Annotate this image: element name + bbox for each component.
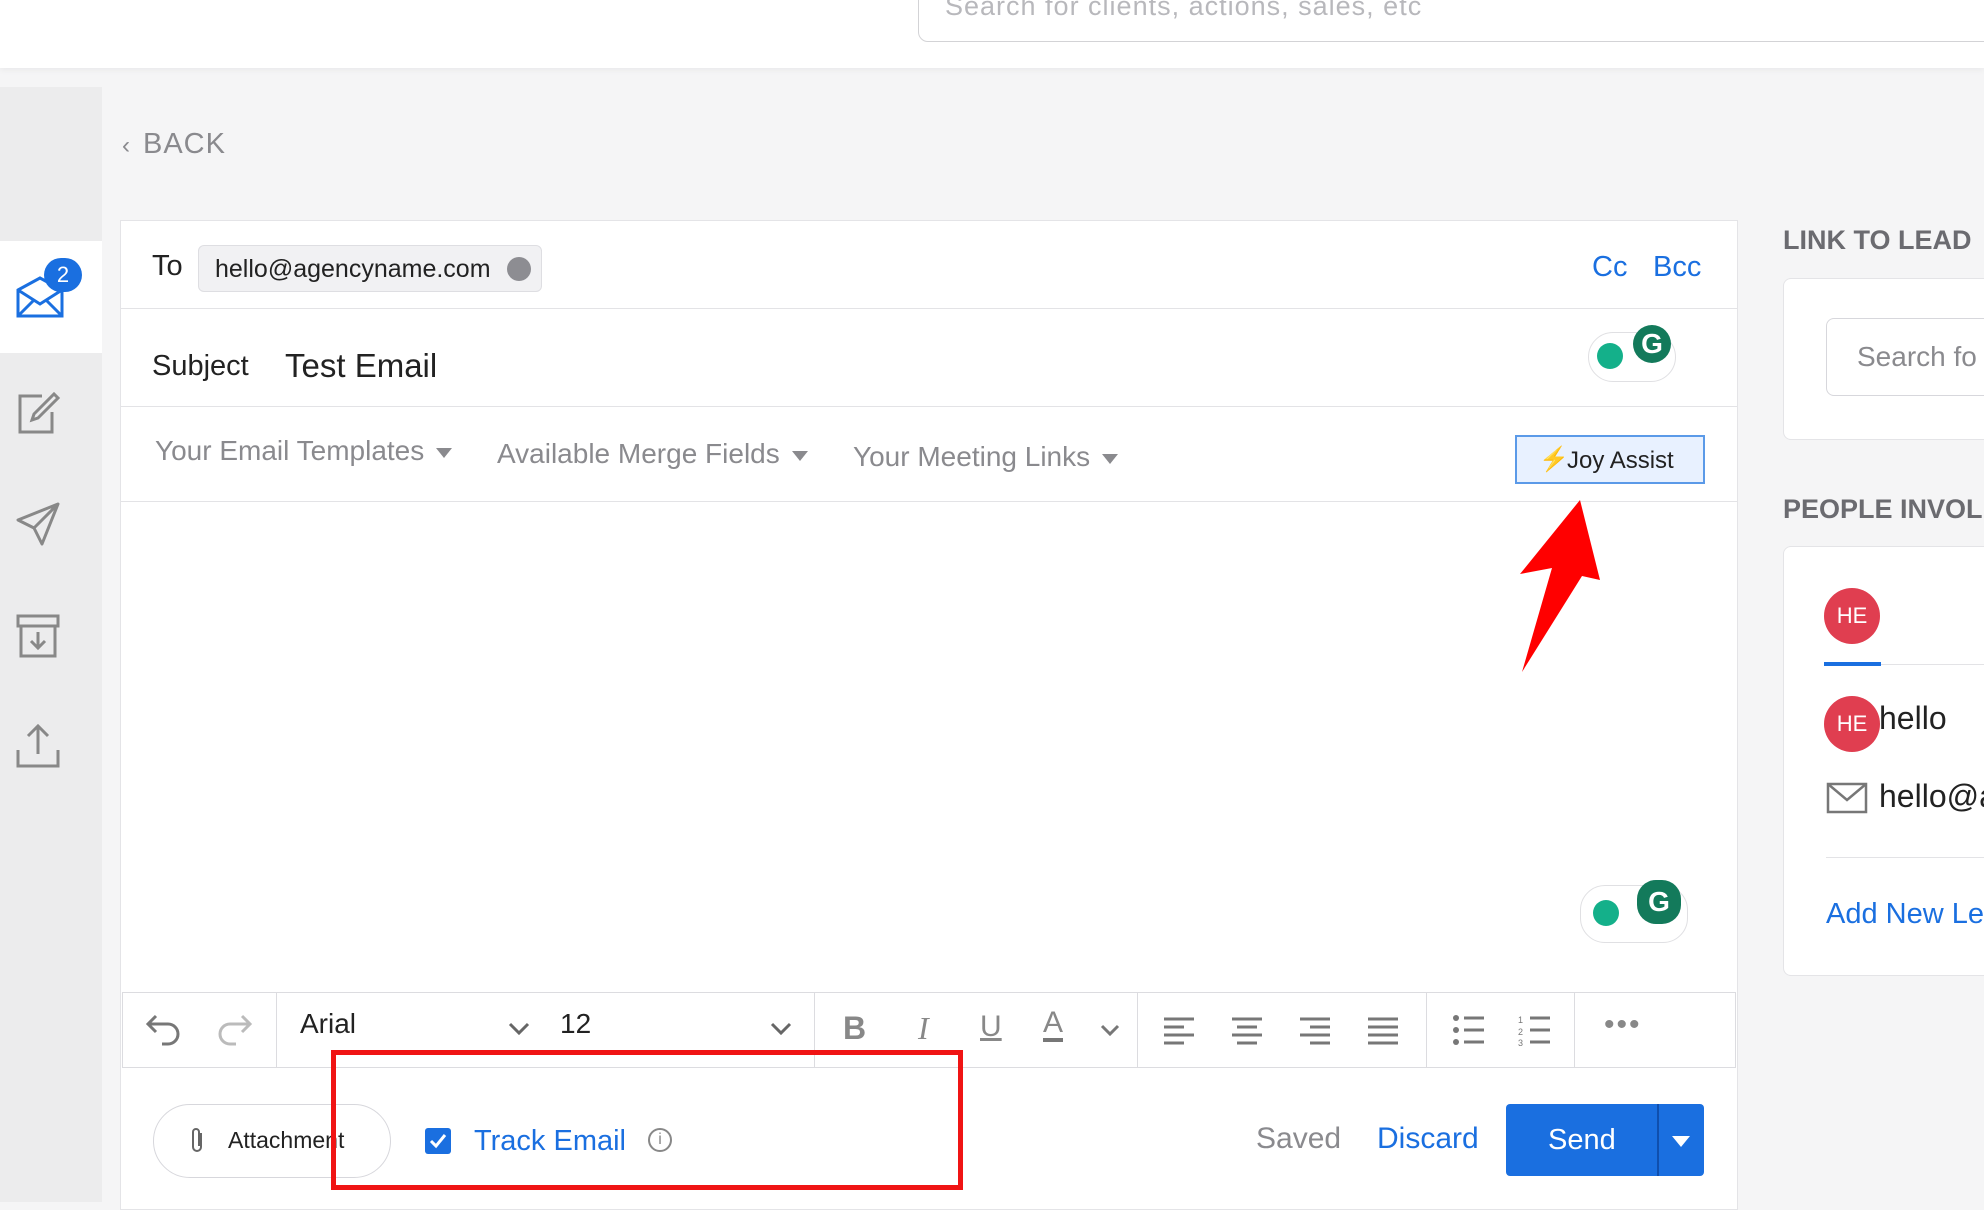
discard-button[interactable]: Discard [1377,1122,1479,1156]
back-label: BACK [143,128,226,160]
people-involved-heading: PEOPLE INVOL [1783,494,1983,524]
tab-divider [1881,664,1984,665]
remove-recipient-icon[interactable] [507,257,531,281]
lead-search-input[interactable]: Search fo [1826,318,1984,396]
merge-fields-dropdown[interactable]: Available Merge Fields [497,438,808,470]
chevron-down-icon[interactable] [508,1022,530,1036]
meeting-links-dropdown[interactable]: Your Meeting Links [853,441,1119,473]
align-justify-icon[interactable] [1366,1016,1400,1046]
svg-text:3: 3 [1518,1038,1523,1046]
chevron-down-icon[interactable] [770,1022,792,1036]
divider [121,308,1737,309]
email-templates-dropdown[interactable]: Your Email Templates [155,435,453,467]
bullet-list-icon[interactable] [1452,1014,1486,1046]
numbered-list-icon[interactable]: 1 23 [1518,1014,1552,1046]
chevron-left-icon: ‹ [122,132,131,159]
subject-input[interactable]: Test Email [285,347,437,385]
bcc-button[interactable]: Bcc [1653,251,1701,284]
global-search-input[interactable]: Search for clients, actions, sales, etc [918,0,1984,42]
recipient-chip[interactable]: hello@agencyname.com [198,245,542,292]
caret-down-icon [436,447,453,458]
active-tab-indicator [1824,662,1881,666]
global-search-placeholder: Search for clients, actions, sales, etc [945,0,1423,21]
font-family-value: Arial [300,1008,357,1039]
back-link[interactable]: ‹ BACK [122,128,226,161]
underline-icon[interactable]: U [980,1010,1002,1044]
redo-icon[interactable] [216,1012,254,1046]
annotation-highlight-box [331,1050,963,1190]
email-templates-label: Your Email Templates [155,435,425,466]
caret-down-icon [791,450,808,461]
lightning-icon: ⚡ [1539,446,1569,473]
lead-search-placeholder: Search fo [1857,341,1977,372]
send-label: Send [1548,1124,1616,1156]
svg-text:1: 1 [1518,1015,1523,1025]
joy-assist-button[interactable]: ⚡ Joy Assist [1515,435,1705,484]
recipient-email: hello@agencyname.com [215,255,491,283]
add-new-lead-link[interactable]: Add New Le [1826,898,1984,931]
align-left-icon[interactable] [1162,1016,1196,1046]
font-size-select[interactable]: 12 [560,1008,591,1040]
attachment-label: Attachment [228,1127,345,1153]
align-center-icon[interactable] [1230,1016,1264,1046]
inbox-badge: 2 [44,258,82,292]
lightbulb-icon [1597,343,1623,369]
subject-label: Subject [152,350,249,382]
merge-fields-label: Available Merge Fields [497,438,780,469]
joy-assist-label: Joy Assist [1567,447,1674,474]
chevron-down-icon[interactable] [1100,1024,1120,1036]
grammarly-widget-body[interactable]: G [1580,880,1688,943]
person-name: hello [1879,700,1947,736]
italic-icon[interactable]: I [918,1010,929,1047]
font-size-value: 12 [560,1008,592,1039]
saved-status: Saved [1256,1122,1342,1155]
compose-icon[interactable] [12,388,64,440]
grammarly-icon: G [1637,880,1681,924]
toolbar-separator [276,993,277,1067]
meeting-links-label: Your Meeting Links [853,441,1091,472]
upload-icon[interactable] [12,720,64,772]
text-color-icon[interactable]: A [1043,1008,1064,1042]
grammarly-widget[interactable]: G [1588,325,1676,382]
toolbar-separator [1574,993,1575,1067]
divider [121,501,1737,502]
to-label: To [152,250,183,282]
avatar[interactable]: HE [1824,588,1880,644]
paperclip-icon [192,1128,202,1152]
archive-icon[interactable] [12,610,64,662]
font-family-select[interactable]: Arial [300,1008,356,1040]
align-right-icon[interactable] [1298,1016,1332,1046]
more-options-icon[interactable]: ••• [1604,1008,1642,1042]
send-split-divider [1657,1104,1659,1176]
cc-button[interactable]: Cc [1592,251,1627,284]
link-to-lead-heading: LINK TO LEAD [1783,225,1972,255]
undo-icon[interactable] [144,1012,182,1046]
annotation-arrow [1520,500,1600,672]
toolbar-separator [1137,993,1138,1067]
toolbar-separator [1426,993,1427,1067]
mail-icon [1826,782,1868,814]
caret-down-icon [1102,453,1119,464]
avatar: HE [1824,696,1880,752]
bold-icon[interactable]: B [843,1010,866,1047]
svg-text:2: 2 [1518,1027,1523,1037]
divider [1826,857,1984,858]
person-email: hello@a [1879,778,1984,814]
lightbulb-icon [1593,900,1619,926]
grammarly-icon: G [1633,325,1671,363]
divider [121,406,1737,407]
sent-icon[interactable] [12,498,64,550]
send-options-caret-icon[interactable] [1672,1136,1690,1147]
